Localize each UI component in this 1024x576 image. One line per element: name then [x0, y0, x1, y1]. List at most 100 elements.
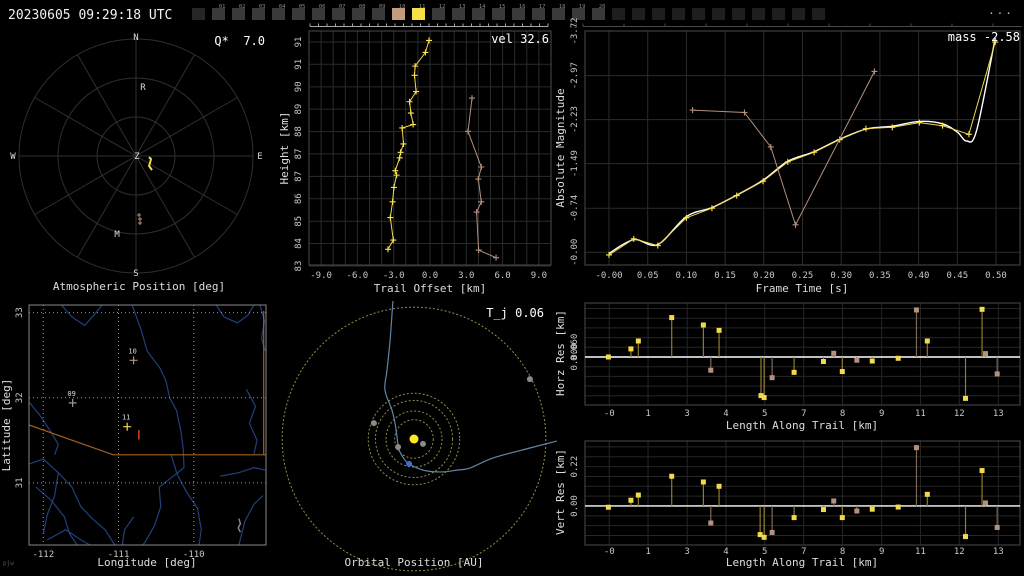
stem-marker — [982, 500, 988, 506]
tick-label: 86 — [294, 193, 304, 204]
compass-label-E: E — [257, 152, 262, 162]
plus-marker — [387, 214, 394, 221]
polyline — [219, 467, 266, 477]
watermark: pjw — [3, 560, 14, 567]
plus-marker — [468, 95, 475, 102]
plus-marker — [426, 37, 433, 44]
body-mars — [370, 420, 377, 427]
tick-label: -0 — [604, 409, 615, 419]
tick-label: 4 — [723, 409, 728, 419]
series-lightcurve-station-10 — [689, 68, 878, 228]
body-earth — [406, 460, 413, 467]
frame-time-xlabel: Frame Time [s] — [756, 282, 849, 295]
plus-marker — [390, 237, 397, 244]
horz-res-xlabel: Length Along Trail [km] — [726, 419, 878, 432]
stem-marker — [895, 355, 901, 361]
tick-label: -0.00 — [570, 239, 580, 266]
frame-box-21[interactable] — [612, 8, 625, 20]
tick-label: 0.20 — [753, 271, 775, 281]
timeline-ruler — [309, 23, 1022, 27]
frame-box-0[interactable] — [192, 8, 205, 20]
frame-box-22[interactable] — [632, 8, 645, 20]
polyline — [238, 495, 264, 545]
frame-box-26[interactable] — [712, 8, 725, 20]
compass-label-S: S — [133, 269, 138, 279]
series-station-11-horz — [605, 306, 985, 401]
stem-marker — [708, 520, 714, 526]
plus-marker — [385, 246, 392, 253]
polyline — [467, 98, 497, 259]
stem-marker — [716, 483, 722, 489]
tick-label: 6.0 — [494, 271, 510, 281]
stem-marker — [761, 395, 767, 401]
polyline — [29, 424, 266, 456]
map-features — [29, 305, 266, 545]
vert-res-panel: -0 1 3 4 5 7 8 9 11 12 130.220.00 — [570, 440, 1021, 557]
magnitude-ylabel: Absolute Magnitude — [554, 88, 567, 207]
plus-marker — [792, 221, 799, 228]
plus-marker — [389, 198, 396, 205]
station-marker-09: 09 — [67, 390, 77, 407]
tick-label: 0.00 — [570, 495, 580, 517]
frame-box-25[interactable] — [692, 8, 705, 20]
horz-res-panel: -0 1 3 4 5 7 8 9 11 12 130.0600.000 — [570, 302, 1021, 419]
stem-marker — [913, 445, 919, 451]
series-station-11-trail — [385, 37, 433, 253]
frame-box-label: 10 — [399, 4, 406, 10]
polyline — [29, 458, 116, 545]
frame-box-label: 20 — [599, 4, 606, 10]
plus-marker — [862, 125, 869, 132]
frame-box-label: 06 — [319, 4, 326, 10]
stem-marker — [854, 508, 860, 514]
tick-label: 9 — [879, 547, 884, 557]
tick-label: 0.30 — [830, 271, 852, 281]
plus-marker — [390, 184, 397, 191]
stem-marker — [994, 371, 1000, 377]
stem-marker — [979, 468, 985, 474]
frame-box-label: 02 — [239, 4, 246, 10]
plus-marker — [689, 107, 696, 114]
station-marker-11: 11 — [122, 414, 132, 431]
polar-point-label-M: M — [114, 230, 120, 240]
frame-box-28[interactable] — [752, 8, 765, 20]
plus-marker — [475, 247, 482, 254]
tick-label: 9 — [879, 409, 884, 419]
stem-marker — [854, 357, 860, 363]
stem-marker — [839, 515, 845, 521]
tick-label: 0.22 — [570, 456, 580, 478]
plus-marker — [406, 98, 413, 105]
tick-label: 83 — [294, 261, 304, 272]
frame-box-29[interactable] — [772, 8, 785, 20]
plus-marker — [392, 167, 399, 174]
tick-label: -0.00 — [595, 271, 622, 281]
frame-box-23[interactable] — [652, 8, 665, 20]
tick-label: 0.50 — [985, 271, 1007, 281]
orbital-plot-title: Orbital Position [AU] — [344, 556, 483, 569]
stem-marker — [628, 497, 634, 503]
stem-marker — [669, 473, 675, 479]
orbital-position-panel — [281, 300, 558, 572]
polyline — [237, 518, 242, 533]
polar-point-label-R: R — [140, 83, 146, 93]
polyline — [60, 305, 103, 326]
frame-box-27[interactable] — [732, 8, 745, 20]
stem-marker — [924, 338, 930, 344]
polyline — [259, 305, 266, 352]
stem-marker — [869, 506, 875, 512]
tick-label: 0.25 — [792, 271, 814, 281]
stem-marker — [791, 369, 797, 375]
frame-box-31[interactable] — [812, 8, 825, 20]
frame-box-24[interactable] — [672, 8, 685, 20]
plus-marker — [478, 198, 485, 205]
tick-label: 87 — [294, 148, 304, 159]
frame-box-30[interactable] — [792, 8, 805, 20]
stem-marker — [635, 338, 641, 344]
body-jupiter — [526, 376, 533, 383]
frame-box-label: 03 — [259, 4, 266, 10]
menu-dots-button[interactable]: ··· — [988, 7, 1014, 20]
station-id-label: 10 — [128, 347, 136, 355]
tick-label: 0.35 — [869, 271, 891, 281]
stem-marker — [700, 479, 706, 485]
stem-marker — [669, 315, 675, 321]
stem-marker — [761, 534, 767, 540]
